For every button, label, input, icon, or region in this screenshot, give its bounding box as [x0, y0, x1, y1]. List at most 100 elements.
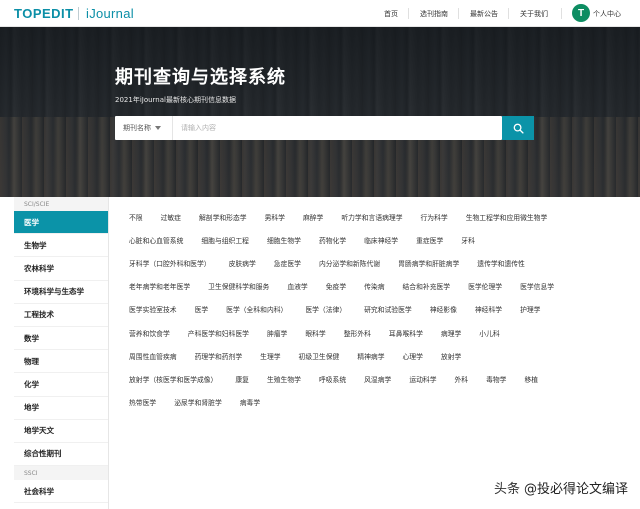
subject-tag[interactable]: 过敏症 [152, 212, 190, 222]
sidebar-item-geoscience[interactable]: 地学 [14, 397, 108, 420]
subject-tag[interactable]: 牙科学（口腔外科和医学） [120, 258, 220, 268]
subject-tag[interactable]: 医学信息学 [511, 281, 563, 291]
subject-tag[interactable]: 产科医学和妇科医学 [179, 328, 258, 338]
user-avatar[interactable]: T [572, 4, 590, 22]
subject-tag[interactable]: 呼吸系统 [310, 374, 355, 384]
subject-row: 医学实验室技术 医学 医学（全科和内科） 医学（法律） 研究和试验医学 神经影像 神经科学护… [120, 298, 635, 321]
subject-tag[interactable]: 细胞生物学 [258, 235, 310, 245]
subject-tag[interactable]: 男科学 [256, 212, 294, 222]
subject-tag[interactable]: 肿瘤学 [258, 328, 296, 338]
subject-tag[interactable]: 放射学（核医学和医学成像） [120, 374, 226, 384]
subject-tag[interactable]: 胃肠病学和肝脏病学 [389, 258, 468, 268]
page-subtitle: 2021年iJournal最新核心期刊信息数据 [115, 96, 236, 104]
nav-divider [408, 8, 409, 19]
search-category-select[interactable]: 期刊名称 [115, 116, 173, 140]
subject-tag[interactable]: 研究和试验医学 [355, 304, 421, 314]
subject-tag[interactable]: 精神病学 [348, 351, 393, 361]
subject-tag[interactable]: 皮肤病学 [220, 258, 265, 268]
subject-tag[interactable]: 卫生保健科学和服务 [199, 281, 278, 291]
subject-tag[interactable]: 医学（全科和内科） [217, 304, 296, 314]
nav-about-us[interactable]: 关于我们 [520, 0, 548, 27]
subject-tag[interactable]: 移植 [515, 374, 547, 384]
subject-tag[interactable]: 毒物学 [477, 374, 515, 384]
subject-tag[interactable]: 结合和补充医学 [394, 281, 460, 291]
subject-tag[interactable]: 急症医学 [265, 258, 310, 268]
subject-tag[interactable]: 医学（法律） [296, 304, 355, 314]
subject-tag[interactable]: 生殖生物学 [258, 374, 310, 384]
subject-row: 老年病学和老年医学 卫生保健科学和服务 血液学 免疫学 传染病 结合和补充医学 医学伦理学医… [120, 275, 635, 298]
subject-tag[interactable]: 行为科学 [412, 212, 457, 222]
sidebar-item-social-science[interactable]: 社会科学 [14, 480, 108, 504]
nav-home[interactable]: 首页 [384, 0, 398, 27]
subject-tag[interactable]: 风湿病学 [355, 374, 400, 384]
search-input[interactable] [175, 118, 495, 138]
subject-tag[interactable]: 病理学 [432, 328, 470, 338]
subject-tag[interactable]: 神经科学 [466, 304, 511, 314]
nav-journal-guide[interactable]: 选刊指南 [420, 0, 448, 27]
sidebar-group-ssci: SSCI [14, 466, 108, 481]
subject-row: 热带医学 泌尿学和肾脏学 病毒学 [120, 391, 635, 414]
subject-tag[interactable]: 泌尿学和肾脏学 [165, 397, 231, 407]
watermark-prefix: 头条 [493, 482, 520, 497]
subject-tag[interactable]: 心理学 [394, 351, 432, 361]
subject-tag[interactable]: 周围性血管疾病 [120, 351, 186, 361]
subject-tag[interactable]: 细胞与组织工程 [192, 235, 258, 245]
subject-tag[interactable]: 药理学和药剂学 [186, 351, 252, 361]
subject-tag[interactable]: 耳鼻喉科学 [380, 328, 432, 338]
subject-tag[interactable]: 麻醉学 [294, 212, 332, 222]
sidebar-item-astronomy[interactable]: 地学天文 [14, 420, 108, 443]
subject-tag[interactable]: 医学 [186, 304, 218, 314]
subject-tag[interactable]: 营养和饮食学 [120, 328, 179, 338]
sidebar-item-biology[interactable]: 生物学 [14, 234, 108, 258]
sidebar-item-environment[interactable]: 环境科学与生态学 [14, 281, 108, 304]
subject-tag[interactable]: 眼科学 [296, 328, 334, 338]
subject-tag[interactable]: 运动科学 [400, 374, 445, 384]
subject-tag[interactable]: 传染病 [355, 281, 393, 291]
user-center-link[interactable]: 个人中心 [593, 0, 621, 27]
subject-tag[interactable]: 免疫学 [317, 281, 355, 291]
subject-row: 营养和饮食学 产科医学和妇科医学 肿瘤学 眼科学 整形外科 耳鼻喉科学 病理学 小儿科 [120, 321, 635, 344]
subject-tag[interactable]: 神经影像 [421, 304, 466, 314]
subject-tag[interactable]: 热带医学 [120, 397, 165, 407]
subject-tag[interactable]: 初级卫生保健 [290, 351, 349, 361]
search-bar: 期刊名称 [115, 116, 502, 140]
subject-tag[interactable]: 血液学 [278, 281, 316, 291]
subject-tag[interactable]: 听力学和言语病理学 [332, 212, 411, 222]
topedit-logo[interactable]: TOPEDIT [14, 6, 74, 21]
sidebar-item-math[interactable]: 数学 [14, 327, 108, 351]
subject-tag[interactable]: 生物工程学和应用微生物学 [457, 212, 557, 222]
subject-tag[interactable]: 老年病学和老年医学 [120, 281, 199, 291]
subject-tag[interactable]: 病毒学 [231, 397, 269, 407]
subject-tag[interactable]: 解剖学和形态学 [190, 212, 256, 222]
subject-tag[interactable]: 内分泌学和新陈代谢 [310, 258, 389, 268]
subject-row: 放射学（核医学和医学成像） 康复 生殖生物学 呼吸系统 风湿病学 运动科学 外科 毒物学 移植 [120, 367, 635, 390]
subject-tag[interactable]: 护理学 [511, 304, 549, 314]
search-icon [513, 123, 524, 134]
subject-tag[interactable]: 康复 [226, 374, 258, 384]
sidebar-item-agriculture[interactable]: 农林科学 [14, 257, 108, 281]
sidebar-item-multidisciplinary[interactable]: 综合性期刊 [14, 443, 108, 467]
sidebar-item-physics[interactable]: 物理 [14, 350, 108, 374]
subject-tag[interactable]: 不限 [120, 212, 152, 222]
subject-tag[interactable]: 小儿科 [470, 328, 508, 338]
nav-latest-announcements[interactable]: 最新公告 [470, 0, 498, 27]
sidebar-item-engineering[interactable]: 工程技术 [14, 304, 108, 327]
subject-tag[interactable]: 生理学 [251, 351, 289, 361]
sidebar-item-chemistry[interactable]: 化学 [14, 373, 108, 397]
subject-tag[interactable]: 整形外科 [335, 328, 380, 338]
search-category-label: 期刊名称 [123, 124, 151, 132]
subject-row: 不限 过敏症 解剖学和形态学 男科学 麻醉学 听力学和言语病理学 行为科学 生物工程学和应用微… [120, 205, 635, 228]
subject-tag[interactable]: 牙科 [452, 235, 484, 245]
subject-tag[interactable]: 心脏和心血管系统 [120, 235, 192, 245]
subject-tag[interactable]: 临床神经学 [355, 235, 407, 245]
subject-tag[interactable]: 放射学 [432, 351, 470, 361]
subject-tag[interactable]: 医学实验室技术 [120, 304, 186, 314]
subject-tag[interactable]: 重症医学 [407, 235, 452, 245]
subject-tag[interactable]: 遗传学和遗传性 [468, 258, 534, 268]
ijournal-logo[interactable]: iJournal [86, 6, 134, 21]
search-button[interactable] [502, 116, 534, 140]
sidebar-item-medicine[interactable]: 医学 [14, 211, 108, 235]
subject-tag[interactable]: 药物化学 [310, 235, 355, 245]
subject-tag[interactable]: 医学伦理学 [459, 281, 511, 291]
subject-tag[interactable]: 外科 [446, 374, 478, 384]
